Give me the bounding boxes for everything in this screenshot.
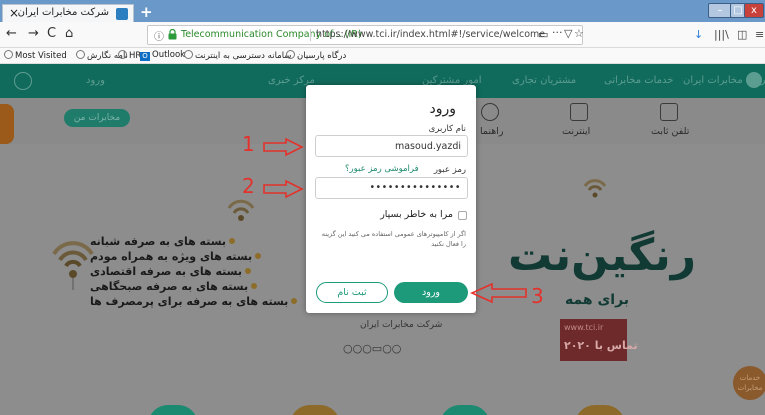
promo-url: www.tci.ir <box>564 323 604 332</box>
remember-me-label[interactable]: مرا به خاطر بسپار <box>380 209 453 220</box>
login-modal: ورود نام کاربری رمز عبور فراموشی رمز عبو… <box>306 85 476 313</box>
site-login-link[interactable]: ورود <box>86 75 105 86</box>
help-icon[interactable] <box>481 103 499 121</box>
menu-icon[interactable]: ≡ <box>755 28 764 41</box>
globe-icon <box>118 50 127 59</box>
password-label: رمز عبور <box>433 165 466 175</box>
bottom-shortcut[interactable] <box>440 405 490 415</box>
browser-titlebar: شرکت مخابرات ایران × + – □ x <box>0 0 765 22</box>
url-text[interactable]: https://www.tci.ir/index.html#!/service/… <box>316 29 545 40</box>
url-separator <box>310 29 311 41</box>
side-tab[interactable] <box>0 104 14 144</box>
forgot-password-link[interactable]: فراموشی رمز عبور؟ <box>345 164 419 174</box>
bottom-shortcut[interactable] <box>575 405 625 415</box>
login-button[interactable]: ورود <box>394 282 468 303</box>
bookmark-outlook[interactable]: O Outlook <box>140 50 185 61</box>
username-label: نام کاربری <box>428 124 466 134</box>
browser-navbar: ← → C ⌂ ⓘ Telecommunication Company of..… <box>0 22 765 48</box>
annotation-number-2: 2 <box>242 174 255 198</box>
password-input[interactable]: ••••••••••••••• <box>315 177 468 199</box>
package-bullet: بسته های به صرفه اقتصادی <box>90 265 251 278</box>
bottom-shortcut[interactable] <box>290 405 340 415</box>
close-window-button[interactable]: x <box>744 3 764 18</box>
annotation-arrow-icon <box>470 282 527 304</box>
package-bullet: بسته های ویژه به همراه مودم <box>90 250 262 263</box>
annotation-arrow-icon <box>263 137 304 157</box>
user-icon[interactable] <box>14 72 32 90</box>
url-bar[interactable]: ⓘ Telecommunication Company of... (IR) h… <box>147 25 584 45</box>
back-button[interactable]: ← <box>6 26 17 41</box>
new-tab-button[interactable]: + <box>140 3 153 21</box>
router-icon[interactable] <box>570 103 588 121</box>
side-badge[interactable]: خدمات مخابرات <box>733 366 765 400</box>
package-bullet: بسته های به صرفه صبحگاهی <box>90 280 258 293</box>
hero-subtitle: برای همه <box>565 292 630 308</box>
wifi-balloon-icon <box>583 179 607 198</box>
bullet-dot-icon <box>244 268 251 274</box>
pocket-icon[interactable]: ▽ <box>564 27 572 40</box>
tab-title: شرکت مخابرات ایران <box>17 7 109 18</box>
page-actions-icon[interactable]: ··· <box>552 26 563 39</box>
minimize-button[interactable]: – <box>708 3 732 18</box>
gear-icon <box>4 50 13 59</box>
download-icon[interactable]: ↓ <box>694 28 703 41</box>
bookmark-hr[interactable]: HR <box>118 50 141 61</box>
bookmark-dargah-parsian[interactable]: درگاه پارسیان <box>286 50 346 61</box>
bullet-dot-icon <box>255 253 262 259</box>
package-bullet: بسته های به صرفه برای پرمصرف ها <box>90 295 298 308</box>
package-bullet: بسته های به صرفه شبانه <box>90 235 236 248</box>
bookmark-most-visited[interactable]: Most Visited <box>4 50 67 61</box>
folder-icon <box>286 50 295 59</box>
browser-tab[interactable]: شرکت مخابرات ایران × <box>2 4 134 22</box>
bullet-dot-icon <box>291 298 298 304</box>
tab-close-icon[interactable]: × <box>9 6 19 20</box>
tci-logo-icon[interactable] <box>746 72 762 88</box>
hero-title: رنگین‌نت <box>508 230 697 281</box>
annotation-number-3: 3 <box>531 284 544 308</box>
signup-button[interactable]: ثبت نام <box>316 282 388 303</box>
nav-item-services[interactable]: خدمات مخابراتی <box>604 75 673 86</box>
my-tci-button[interactable]: مخابرات من <box>64 109 130 127</box>
username-input[interactable] <box>315 135 468 157</box>
forward-button[interactable]: → <box>28 26 39 41</box>
sub-nav-internet[interactable]: اینترنت <box>562 126 590 137</box>
home-button[interactable]: ⌂ <box>65 26 73 41</box>
reload-button[interactable]: C <box>47 26 56 41</box>
bullet-dot-icon <box>229 238 236 244</box>
annotation-number-1: 1 <box>242 132 255 156</box>
wifi-balloon-icon <box>227 199 255 221</box>
favicon-icon <box>116 8 128 20</box>
carousel-indicator[interactable]: ○○○▭○○ <box>343 342 401 355</box>
bookmark-internet-access[interactable]: سامانه دسترسی به اینترنت <box>184 50 291 61</box>
nav-item-business[interactable]: مشتریان تجاری <box>512 75 576 86</box>
brand-mark: شرکت مخابرات ایران <box>360 320 443 330</box>
sub-nav-landline[interactable]: تلفن ثابت <box>651 126 689 137</box>
outlook-icon: O <box>140 52 150 61</box>
globe-icon <box>76 50 85 59</box>
remember-me-checkbox[interactable] <box>458 211 467 220</box>
promo-text: تماس با ۲۰۲۰ <box>564 339 638 352</box>
sub-nav-help[interactable]: راهنما <box>480 126 504 137</box>
remember-me-note: اگر از کامپیوترهای عمومی استفاده می کنید… <box>321 230 466 248</box>
lock-icon <box>168 29 177 40</box>
bullet-dot-icon <box>251 283 258 289</box>
phone-icon[interactable] <box>660 103 678 121</box>
info-icon[interactable]: ⓘ <box>154 28 164 43</box>
bookmark-star-icon[interactable]: ☆ <box>574 27 584 40</box>
annotation-arrow-icon <box>263 179 304 199</box>
bookmarks-bar: Most Visited نامه نگارش HR O Outlook ساما… <box>0 48 765 64</box>
globe-icon <box>184 50 193 59</box>
sidebar-icon[interactable]: ◫ <box>737 28 747 41</box>
bottom-shortcut[interactable] <box>148 405 198 415</box>
login-title: ورود <box>429 101 456 117</box>
library-icon[interactable]: |||\ <box>714 28 729 41</box>
reader-view-icon[interactable]: ▭ <box>538 28 548 41</box>
promo-box[interactable]: www.tci.ir تماس با ۲۰۲۰ <box>560 319 638 361</box>
